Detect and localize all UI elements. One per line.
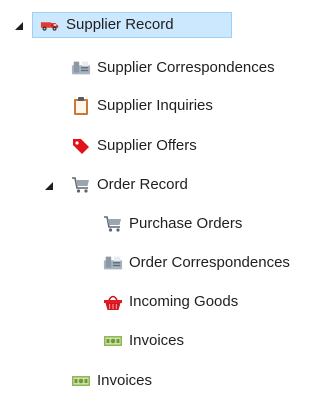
tree-item-label: Supplier Offers (97, 137, 197, 154)
fax-icon (103, 253, 123, 273)
tree-item-invoices-order[interactable]: Invoices (103, 328, 184, 354)
tree-item-supplier-offers[interactable]: Supplier Offers (71, 133, 197, 159)
tree-item-label: Supplier Record (66, 16, 174, 33)
tree-item-supplier-record[interactable]: Supplier Record (32, 12, 232, 38)
tree-item-order-record[interactable]: Order Record (71, 172, 188, 198)
price-tag-icon (71, 136, 91, 156)
tree-item-incoming-goods[interactable]: Incoming Goods (103, 289, 238, 315)
tree-item-label: Supplier Inquiries (97, 97, 213, 114)
tree-item-label: Purchase Orders (129, 215, 243, 232)
shopping-cart-icon (71, 175, 91, 195)
basket-icon (103, 292, 123, 312)
expand-toggle-supplier-record-icon[interactable] (14, 21, 24, 31)
shopping-cart-icon (103, 214, 123, 234)
fax-icon (71, 58, 91, 78)
clipboard-icon (71, 96, 91, 116)
tree-item-invoices[interactable]: Invoices (71, 368, 152, 394)
tree-item-label: Invoices (97, 372, 153, 389)
tree-item-label: Incoming Goods (129, 293, 239, 310)
tree-item-label: Invoices (129, 332, 185, 349)
expand-toggle-order-record-icon[interactable] (44, 181, 54, 191)
money-icon (103, 331, 123, 351)
truck-icon (40, 15, 60, 35)
tree-item-supplier-inquiries[interactable]: Supplier Inquiries (71, 93, 213, 119)
tree-item-supplier-correspondences[interactable]: Supplier Correspondences (71, 55, 275, 81)
tree-item-label: Supplier Correspondences (97, 59, 275, 76)
tree-view: Supplier Record Supplier Correspondences… (0, 0, 331, 397)
money-icon (71, 371, 91, 391)
tree-item-order-correspondences[interactable]: Order Correspondences (103, 250, 290, 276)
tree-item-purchase-orders[interactable]: Purchase Orders (103, 211, 242, 237)
tree-item-label: Order Correspondences (129, 254, 290, 271)
tree-item-label: Order Record (97, 176, 188, 193)
